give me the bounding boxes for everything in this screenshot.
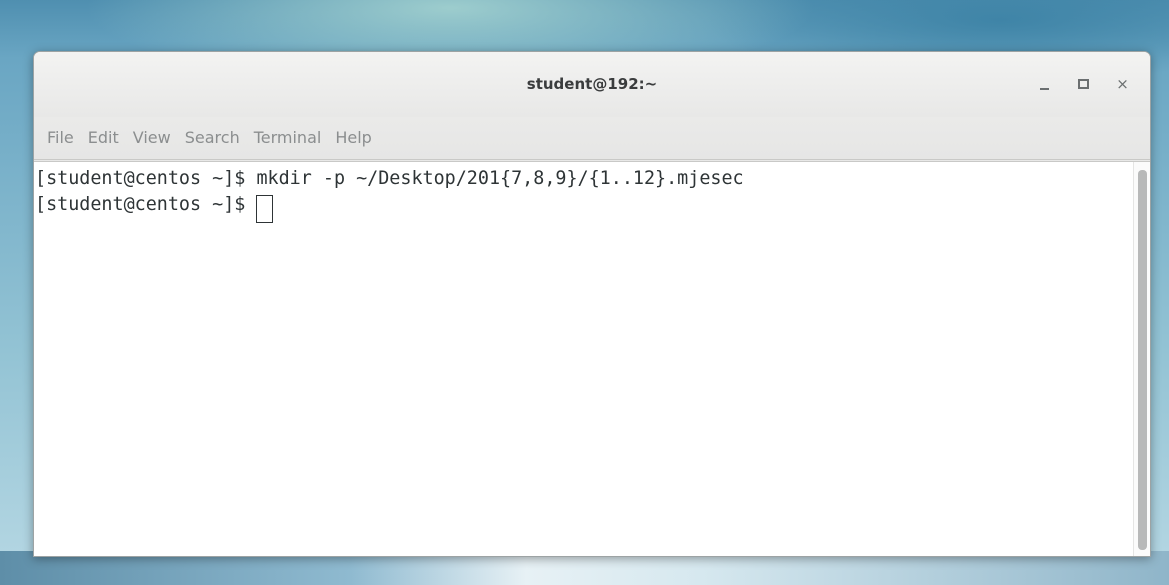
close-icon: × xyxy=(1116,74,1129,93)
minimize-icon xyxy=(1040,88,1049,90)
terminal-line-prompt: [student@centos ~]$ xyxy=(35,191,1134,223)
window-title: student@192:~ xyxy=(526,75,658,93)
menu-edit[interactable]: Edit xyxy=(81,116,126,160)
terminal-line-command: [student@centos ~]$ mkdir -p ~/Desktop/2… xyxy=(35,168,744,189)
maximize-button[interactable] xyxy=(1064,72,1103,96)
close-button[interactable]: × xyxy=(1103,72,1142,96)
window-controls: × xyxy=(1025,72,1142,96)
scrollbar-thumb[interactable] xyxy=(1138,170,1147,550)
text-cursor xyxy=(256,195,274,223)
terminal-window[interactable]: student@192:~ × File Edit View Search Te… xyxy=(33,51,1151,557)
scrollbar[interactable] xyxy=(1133,162,1150,556)
terminal-output[interactable]: [student@centos ~]$ mkdir -p ~/Desktop/2… xyxy=(34,162,1134,556)
title-bar[interactable]: student@192:~ × xyxy=(34,52,1150,118)
menu-view[interactable]: View xyxy=(126,116,178,160)
menu-file[interactable]: File xyxy=(40,116,81,160)
menu-help[interactable]: Help xyxy=(328,116,378,160)
maximize-icon xyxy=(1078,79,1089,89)
menu-terminal[interactable]: Terminal xyxy=(247,116,329,160)
menu-search[interactable]: Search xyxy=(178,116,247,160)
minimize-button[interactable] xyxy=(1025,72,1064,96)
prompt-text: [student@centos ~]$ xyxy=(35,194,257,215)
menu-bar: File Edit View Search Terminal Help xyxy=(34,117,1150,162)
